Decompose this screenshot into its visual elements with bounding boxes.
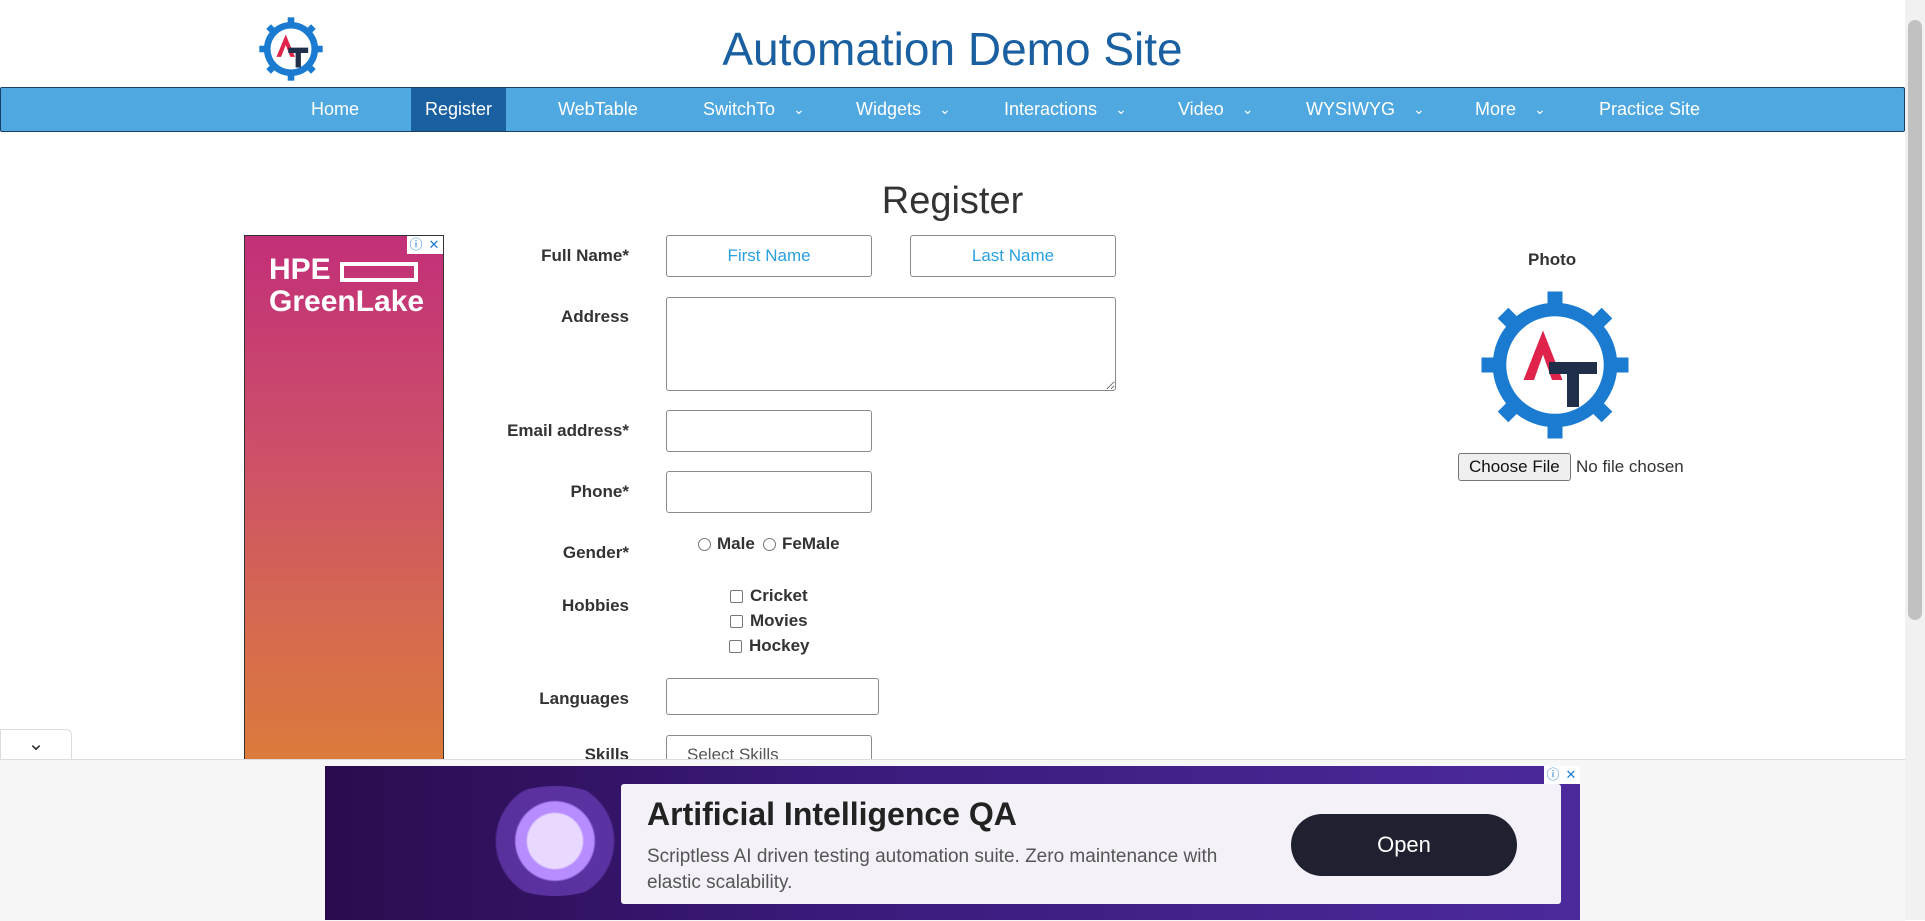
chevron-down-icon: ⌄ xyxy=(27,733,45,755)
side-ad[interactable]: HPE GreenLake ⓘ ✕ xyxy=(244,235,444,760)
nav-webtable-label: WebTable xyxy=(558,99,638,119)
collapse-ad-button[interactable]: ⌄ xyxy=(0,729,72,759)
site-title: Automation Demo Site xyxy=(722,23,1183,75)
bottom-ad-card: Artificial Intelligence QA Scriptless AI… xyxy=(621,784,1561,904)
nav-practice-site[interactable]: Practice Site xyxy=(1599,88,1700,131)
main-navbar: Home Register WebTable SwitchTo ⌄ Widget… xyxy=(0,87,1905,132)
file-status: No file chosen xyxy=(1576,457,1684,476)
hobby-hockey-checkbox[interactable] xyxy=(729,640,742,653)
chevron-down-icon: ⌄ xyxy=(793,101,805,117)
chevron-down-icon: ⌄ xyxy=(1534,101,1546,117)
bottom-ad-description: Scriptless AI driven testing automation … xyxy=(647,846,1218,893)
nav-webtable[interactable]: WebTable xyxy=(558,88,638,131)
choose-file-button[interactable]: Choose File xyxy=(1458,453,1571,481)
address-label: Address xyxy=(560,307,629,326)
bottom-ad[interactable]: Artificial Intelligence QA Scriptless AI… xyxy=(325,766,1580,920)
email-label: Email address* xyxy=(507,421,629,440)
nav-home-label: Home xyxy=(311,99,360,119)
nav-video-label: Video xyxy=(1178,99,1224,119)
hobby-movies-label: Movies xyxy=(750,611,808,630)
last-name-input[interactable] xyxy=(910,235,1116,277)
languages-multiselect[interactable] xyxy=(666,678,879,715)
photo-label: Photo xyxy=(1528,250,1577,269)
nav-interactions-label: Interactions xyxy=(1004,99,1098,119)
ai-chip-illustration xyxy=(475,786,635,896)
nav-switchto-label: SwitchTo xyxy=(703,99,776,119)
bottom-ad-open-button[interactable]: Open xyxy=(1291,814,1517,876)
nav-practice-site-label: Practice Site xyxy=(1599,99,1701,119)
nav-widgets[interactable]: Widgets ⌄ xyxy=(856,88,951,131)
chevron-down-icon: ⌄ xyxy=(1115,101,1127,117)
gender-male-radio[interactable] xyxy=(698,538,711,551)
hobby-movies-checkbox[interactable] xyxy=(730,615,743,628)
nav-widgets-label: Widgets xyxy=(856,99,922,119)
close-icon[interactable]: ✕ xyxy=(1562,766,1580,784)
nav-more[interactable]: More ⌄ xyxy=(1475,88,1546,131)
hobbies-label: Hobbies xyxy=(561,596,629,615)
nav-switchto[interactable]: SwitchTo ⌄ xyxy=(703,88,805,131)
phone-input[interactable] xyxy=(666,471,872,513)
gender-female-radio[interactable] xyxy=(763,538,776,551)
nav-home[interactable]: Home xyxy=(311,88,359,131)
nav-interactions[interactable]: Interactions ⌄ xyxy=(1004,88,1127,131)
first-name-input[interactable] xyxy=(666,235,872,277)
bottom-ad-controls: ⓘ ✕ xyxy=(1544,766,1580,784)
phone-label: Phone* xyxy=(570,482,629,501)
languages-label: Languages xyxy=(539,689,629,708)
chevron-down-icon: ⌄ xyxy=(1413,101,1425,117)
hobby-cricket-checkbox[interactable] xyxy=(730,590,743,603)
info-icon[interactable]: ⓘ xyxy=(1544,766,1562,784)
page-title: Register xyxy=(881,180,1024,222)
gender-female-label: FeMale xyxy=(782,534,840,553)
ad-brand-line2: GreenLake xyxy=(269,285,425,318)
chevron-down-icon: ⌄ xyxy=(1241,101,1254,117)
email-input[interactable] xyxy=(666,410,872,452)
nav-register-label: Register xyxy=(425,99,493,119)
gender-male-label: Male xyxy=(717,534,755,553)
nav-video[interactable]: Video ⌄ xyxy=(1178,88,1253,131)
nav-more-label: More xyxy=(1475,99,1517,119)
hobby-cricket-label: Cricket xyxy=(750,586,808,605)
chevron-down-icon: ⌄ xyxy=(939,101,951,117)
nav-register[interactable]: Register xyxy=(411,88,507,131)
address-textarea[interactable] xyxy=(666,297,1116,391)
scrollbar-thumb[interactable] xyxy=(1908,20,1922,620)
info-icon[interactable]: ⓘ xyxy=(407,236,425,254)
nav-wysiwyg[interactable]: WYSIWYG ⌄ xyxy=(1306,88,1425,131)
gender-label: Gender* xyxy=(562,543,629,562)
full-name-label: Full Name* xyxy=(541,246,629,265)
hobby-hockey-label: Hockey xyxy=(749,636,810,655)
bottom-ad-title: Artificial Intelligence QA xyxy=(647,796,1017,832)
profile-photo-logo xyxy=(1481,291,1629,439)
hpe-logo-box-icon xyxy=(340,262,418,282)
nav-wysiwyg-label: WYSIWYG xyxy=(1306,99,1395,119)
